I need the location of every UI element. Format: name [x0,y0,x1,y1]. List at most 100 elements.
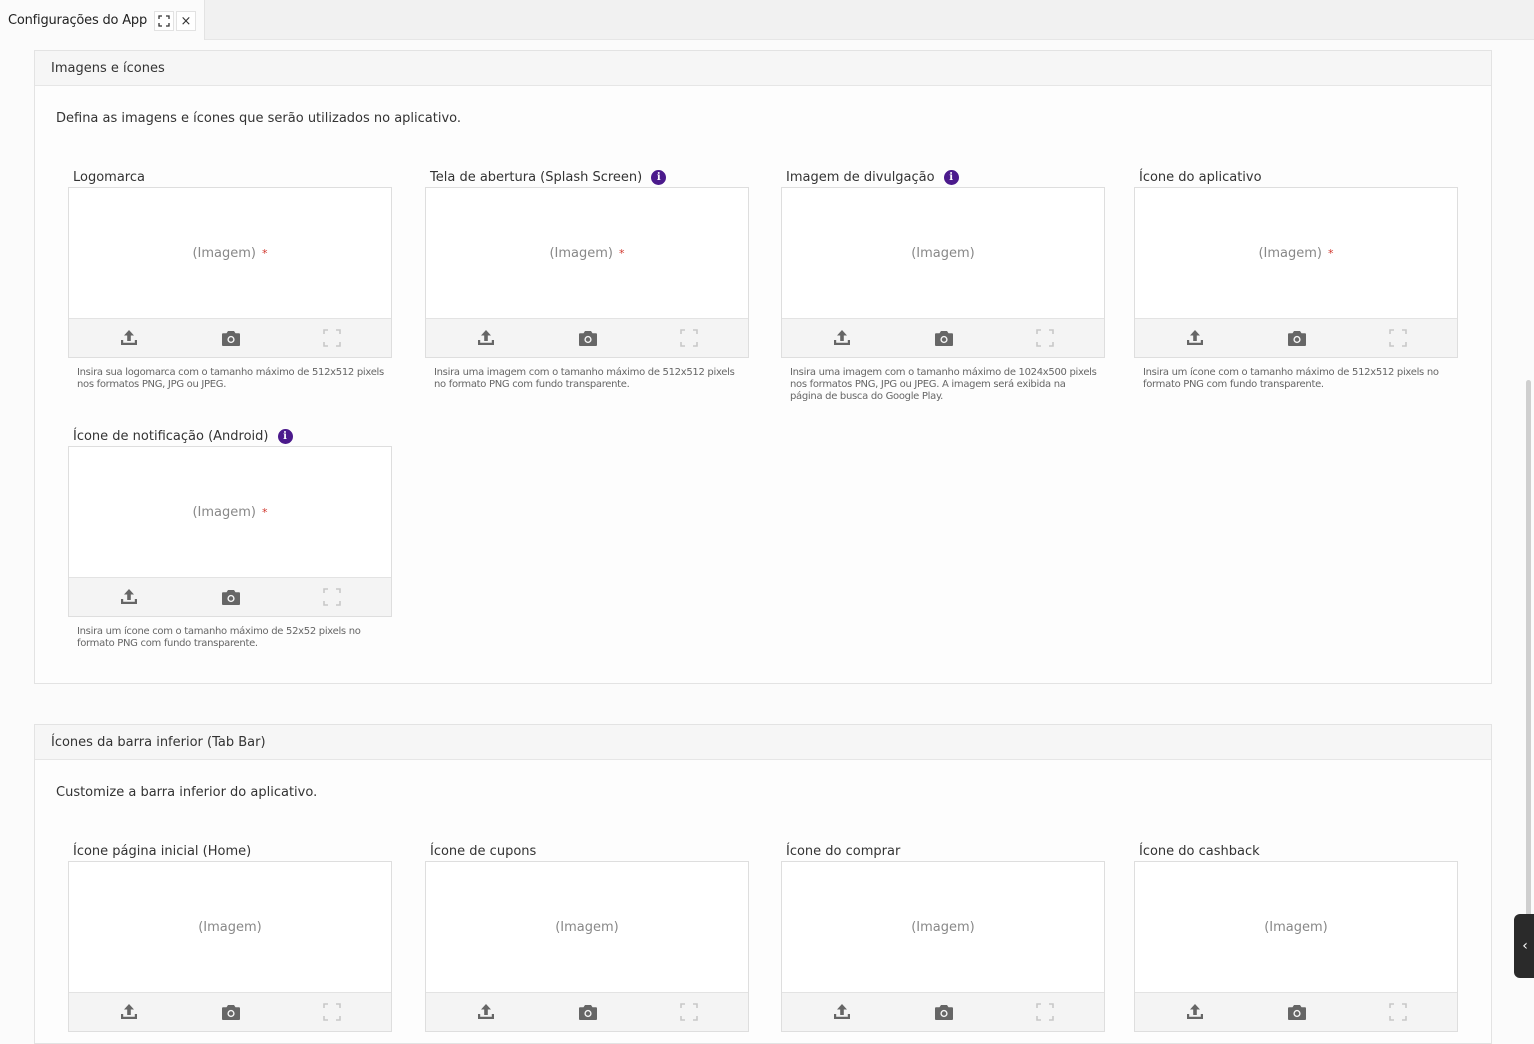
field-label-text: Tela de abertura (Splash Screen) [430,170,643,185]
image-upload-box: (Imagem) [68,861,392,1032]
panel-description: Defina as imagens e ícones que serão uti… [56,111,462,126]
info-icon[interactable]: i [277,429,293,444]
field-label-text: Ícone de cupons [430,844,537,859]
camera-icon[interactable] [219,586,243,608]
camera-icon[interactable] [932,1001,956,1023]
field-label: Ícone do comprar [786,844,900,859]
field-label-text: Ícone página inicial (Home) [73,844,252,859]
field-hint: Insira uma imagem com o tamanho máximo d… [434,367,735,390]
camera-icon[interactable] [576,1001,600,1023]
image-toolbar [69,577,391,616]
image-placeholder: (Imagem) [1264,919,1328,935]
panel-title: Imagens e ícones [35,51,1491,86]
image-preview[interactable]: (Imagem) * [69,188,391,318]
image-toolbar [782,318,1104,357]
close-tab-button[interactable]: × [176,11,196,31]
image-toolbar [1135,318,1457,357]
image-toolbar [1135,992,1457,1031]
field-hint: Insira um ícone com o tamanho máximo de … [77,626,361,649]
images-icons-panel: Imagens e ícones Defina as imagens e íco… [34,50,1492,684]
image-preview[interactable]: (Imagem) [782,188,1104,318]
field-label-text: Ícone do cashback [1139,844,1260,859]
fullscreen-icon[interactable] [320,327,344,349]
upload-icon[interactable] [117,1001,141,1023]
field-label-text: Logomarca [73,170,145,185]
upload-icon[interactable] [830,1001,854,1023]
upload-icon[interactable] [117,586,141,608]
field-label-text: Imagem de divulgação [786,170,935,185]
camera-icon[interactable] [219,327,243,349]
image-placeholder: (Imagem) [198,919,262,935]
fullscreen-icon[interactable] [320,586,344,608]
tab-title: Configurações do App [8,12,148,28]
field-label: Ícone de cupons [430,844,536,859]
tab-bar: Configurações do App × [0,0,1534,40]
camera-icon[interactable] [1285,1001,1309,1023]
upload-icon[interactable] [474,327,498,349]
image-preview[interactable]: (Imagem) [1135,862,1457,992]
tab-app-settings[interactable]: Configurações do App × [0,0,205,40]
image-toolbar [782,992,1104,1031]
info-icon[interactable]: i [943,170,959,185]
panel-title: Ícones da barra inferior (Tab Bar) [35,725,1491,760]
image-placeholder: (Imagem) [1258,245,1323,261]
image-preview[interactable]: (Imagem) [782,862,1104,992]
upload-icon[interactable] [830,327,854,349]
camera-icon[interactable] [1285,327,1309,349]
image-preview[interactable]: (Imagem) * [426,188,748,318]
image-preview[interactable]: (Imagem) [69,862,391,992]
image-upload-box: (Imagem) [781,861,1105,1032]
required-marker: * [619,246,625,260]
field-label: Ícone do cashback [1139,844,1260,859]
upload-icon[interactable] [117,327,141,349]
image-toolbar [426,992,748,1031]
field-hint: Insira uma imagem com o tamanho máximo d… [790,367,1097,402]
scroll-thumb[interactable] [1526,380,1531,960]
field-hint: Insira sua logomarca com o tamanho máxim… [77,367,384,390]
scrollbar[interactable] [1523,40,1534,1034]
image-placeholder: (Imagem) [192,504,257,520]
info-icon[interactable]: i [651,170,667,185]
camera-icon[interactable] [576,327,600,349]
fullscreen-icon[interactable] [1033,327,1057,349]
image-placeholder: (Imagem) [555,919,619,935]
upload-icon[interactable] [474,1001,498,1023]
panel-description: Customize a barra inferior do aplicativo… [56,785,318,800]
camera-icon[interactable] [932,327,956,349]
required-marker: * [262,246,268,260]
fullscreen-icon[interactable] [677,327,701,349]
image-preview[interactable]: (Imagem) [426,862,748,992]
field-label: Ícone do aplicativo [1139,170,1262,185]
image-preview[interactable]: (Imagem) * [1135,188,1457,318]
field-label: Logomarca [73,170,145,185]
fullscreen-icon[interactable] [1033,1001,1057,1023]
required-marker: * [262,505,268,519]
image-upload-box: (Imagem) * [1134,187,1458,358]
fullscreen-icon[interactable] [320,1001,344,1023]
tab-bar-icons-panel: Ícones da barra inferior (Tab Bar) Custo… [34,724,1492,1044]
upload-icon[interactable] [1183,327,1207,349]
image-preview[interactable]: (Imagem) * [69,447,391,577]
image-placeholder: (Imagem) [911,919,975,935]
field-label-text: Ícone do comprar [786,844,901,859]
required-marker: * [1328,246,1334,260]
expand-icon[interactable] [154,11,174,31]
image-toolbar [69,992,391,1031]
side-panel-toggle[interactable]: ‹ [1514,914,1534,978]
chevron-left-icon: ‹ [1522,938,1528,954]
upload-icon[interactable] [1183,1001,1207,1023]
image-upload-box: (Imagem) * [68,446,392,617]
field-hint: Insira um ícone com o tamanho máximo de … [1143,367,1439,390]
field-label-text: Ícone do aplicativo [1139,170,1262,185]
fullscreen-icon[interactable] [1386,1001,1410,1023]
camera-icon[interactable] [219,1001,243,1023]
field-label: Imagem de divulgação i [786,170,959,185]
field-label: Ícone de notificação (Android) i [73,429,293,444]
fullscreen-icon[interactable] [1386,327,1410,349]
fullscreen-icon[interactable] [677,1001,701,1023]
field-label: Tela de abertura (Splash Screen) i [430,170,667,185]
field-label-text: Ícone de notificação (Android) [73,429,269,444]
image-toolbar [426,318,748,357]
image-upload-box: (Imagem) * [425,187,749,358]
image-placeholder: (Imagem) [911,245,975,261]
